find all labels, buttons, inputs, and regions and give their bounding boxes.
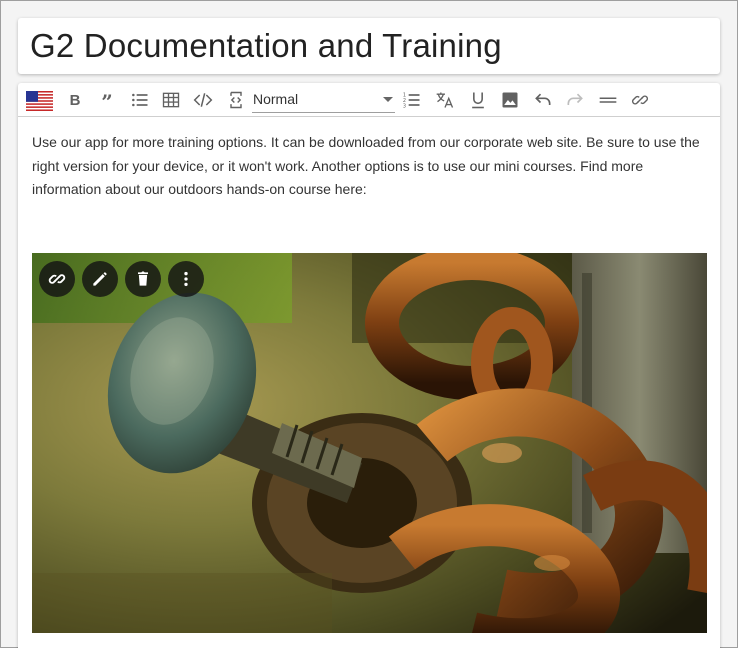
link-icon xyxy=(48,274,66,284)
rusty-chain-bolt-photo xyxy=(32,253,707,633)
image-link-button[interactable] xyxy=(39,261,75,297)
svg-text:3: 3 xyxy=(403,104,406,110)
inserted-image[interactable] xyxy=(32,253,707,633)
quote-icon: ” xyxy=(101,90,113,114)
underline-icon xyxy=(472,92,484,109)
us-flag-icon[interactable] xyxy=(26,91,53,111)
image-more-button[interactable] xyxy=(168,261,204,297)
translate-icon xyxy=(436,92,454,108)
link-button[interactable] xyxy=(628,88,652,112)
format-select[interactable]: Normal xyxy=(252,87,395,113)
app-frame: G2 Documentation and Training B ” Normal… xyxy=(0,0,738,648)
undo-button[interactable] xyxy=(531,88,555,112)
format-select-value: Normal xyxy=(253,91,299,107)
link-icon xyxy=(631,95,649,105)
table-icon xyxy=(162,92,180,108)
redo-icon xyxy=(567,93,583,105)
undo-icon xyxy=(535,93,551,105)
pencil-icon xyxy=(93,272,107,286)
image-delete-button[interactable] xyxy=(125,261,161,297)
title-card: G2 Documentation and Training xyxy=(18,18,720,74)
blockquote-button[interactable]: ” xyxy=(95,88,119,112)
more-vertical-icon xyxy=(184,271,188,287)
underline-button[interactable] xyxy=(466,88,490,112)
source-button[interactable] xyxy=(224,88,248,112)
bulleted-list-icon xyxy=(132,93,148,107)
horizontal-rule-icon xyxy=(599,97,617,103)
bulleted-list-button[interactable] xyxy=(128,88,152,112)
editor-paragraph[interactable]: Use our app for more training options. I… xyxy=(32,131,708,202)
rich-text-editor: B ” Normal 123 Use our app for more trai… xyxy=(18,83,720,648)
insert-image-button[interactable] xyxy=(498,88,522,112)
redo-button[interactable] xyxy=(563,88,587,112)
code-icon xyxy=(193,93,213,107)
image-icon xyxy=(502,92,518,108)
trash-icon xyxy=(138,271,148,286)
image-edit-button[interactable] xyxy=(82,261,118,297)
source-icon xyxy=(230,91,242,109)
translate-button[interactable] xyxy=(433,88,457,112)
bold-icon: B xyxy=(69,91,81,109)
horizontal-rule-button[interactable] xyxy=(596,88,620,112)
chevron-down-icon xyxy=(383,97,393,102)
table-button[interactable] xyxy=(159,88,183,112)
numbered-list-button[interactable]: 123 xyxy=(400,88,424,112)
numbered-list-icon: 123 xyxy=(403,93,420,110)
bold-button[interactable]: B xyxy=(63,88,87,112)
code-button[interactable] xyxy=(191,88,215,112)
page-title: G2 Documentation and Training xyxy=(30,27,502,64)
editor-toolbar: B ” Normal 123 xyxy=(18,83,720,117)
